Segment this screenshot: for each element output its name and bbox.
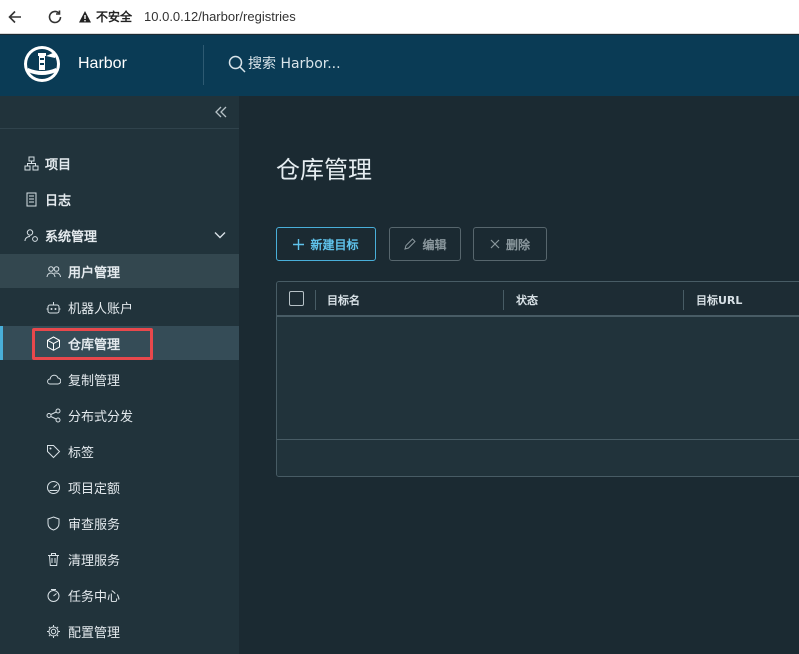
gear-icon [45, 623, 61, 639]
sidebar-item-logs[interactable]: 日志 [0, 182, 239, 216]
sidebar-item-label: 用户管理 [68, 265, 121, 281]
sidebar-item-robot-accounts[interactable]: 机器人账户 [0, 290, 239, 324]
sidebar-item-label: 配置管理 [68, 625, 121, 641]
double-chevron-left-icon[interactable] [213, 104, 229, 120]
sidebar-item-label: 清理服务 [68, 553, 121, 569]
column-header-status[interactable]: 状态 [516, 292, 538, 308]
close-icon [490, 239, 500, 249]
registries-table: 目标名 状态 目标URL [276, 281, 799, 477]
projects-icon [23, 155, 39, 171]
chevron-down-icon[interactable] [213, 228, 227, 242]
sidebar-item-label: 审查服务 [68, 517, 121, 533]
sidebar-item-users[interactable]: 用户管理 [0, 254, 239, 288]
header-divider [203, 45, 204, 85]
column-separator [503, 290, 504, 310]
delete-button[interactable]: 删除 [473, 227, 547, 261]
sidebar: 项目 日志 系统管理 用户管理 机器人账户 仓库管理 复制管理 分布式分发 标签… [0, 96, 239, 654]
column-separator [683, 290, 684, 310]
table-body [277, 319, 799, 439]
app-header: Harbor [0, 35, 799, 96]
sidebar-item-label: 机器人账户 [68, 301, 134, 317]
sidebar-item-label: 仓库管理 [68, 337, 121, 353]
delete-label: 删除 [505, 237, 530, 252]
app-title[interactable]: Harbor [78, 55, 127, 73]
reload-icon[interactable] [44, 6, 66, 28]
sidebar-item-distribution[interactable]: 分布式分发 [0, 398, 239, 432]
sidebar-item-label: 任务中心 [68, 589, 121, 605]
search-icon [228, 55, 246, 73]
quota-icon [45, 479, 61, 495]
sidebar-item-gc[interactable]: 清理服务 [0, 542, 239, 576]
sidebar-collapse-row [0, 96, 239, 129]
sidebar-item-label: 分布式分发 [68, 409, 134, 425]
sidebar-item-label: 日志 [45, 193, 72, 209]
trash-icon [45, 551, 61, 567]
sidebar-item-label: 系统管理 [45, 229, 98, 245]
edit-button[interactable]: 编辑 [389, 227, 461, 261]
users-icon [45, 263, 61, 279]
url-text[interactable]: 10.0.0.12/harbor/registries [144, 9, 296, 24]
table-header: 目标名 状态 目标URL [277, 282, 799, 317]
sidebar-item-registries[interactable]: 仓库管理 [0, 326, 239, 360]
distribution-icon [45, 407, 61, 423]
pencil-icon [403, 237, 417, 251]
sidebar-item-configuration[interactable]: 配置管理 [0, 614, 239, 648]
back-arrow-icon[interactable] [4, 6, 26, 28]
shield-icon [45, 515, 61, 531]
column-header-name[interactable]: 目标名 [327, 292, 360, 308]
main-content: 仓库管理 新建目标 编辑 删除 目标名 状态 目标URL [239, 96, 799, 654]
warning-icon [79, 10, 91, 22]
current-indicator [0, 326, 3, 360]
global-search[interactable] [228, 55, 448, 73]
registry-icon [45, 335, 61, 351]
job-center-icon [45, 587, 61, 603]
tag-icon [45, 443, 61, 459]
sidebar-item-projects[interactable]: 项目 [0, 146, 239, 180]
sidebar-item-quotas[interactable]: 项目定额 [0, 470, 239, 504]
sidebar-item-labels[interactable]: 标签 [0, 434, 239, 468]
sidebar-item-job-center[interactable]: 任务中心 [0, 578, 239, 612]
system-admin-icon [23, 227, 39, 243]
select-all-checkbox[interactable] [289, 291, 304, 306]
browser-toolbar: 不安全 10.0.0.12/harbor/registries [0, 0, 799, 34]
logs-icon [23, 191, 39, 207]
sidebar-item-system-admin[interactable]: 系统管理 [0, 218, 239, 252]
sidebar-item-label: 标签 [68, 445, 95, 461]
sidebar-item-label: 项目 [45, 157, 72, 173]
sidebar-item-interrogation[interactable]: 审查服务 [0, 506, 239, 540]
sidebar-item-replication[interactable]: 复制管理 [0, 362, 239, 396]
column-separator [315, 290, 316, 310]
harbor-logo-icon[interactable] [22, 44, 62, 84]
page-title: 仓库管理 [276, 156, 372, 184]
edit-label: 编辑 [422, 237, 447, 252]
column-header-url[interactable]: 目标URL [696, 292, 742, 308]
sidebar-item-label: 项目定额 [68, 481, 121, 497]
replication-icon [45, 371, 61, 387]
table-footer [277, 439, 799, 476]
security-label[interactable]: 不安全 [96, 8, 132, 25]
address-bar[interactable]: 不安全 10.0.0.12/harbor/registries [78, 4, 296, 30]
plus-icon [293, 238, 305, 250]
sidebar-item-label: 复制管理 [68, 373, 121, 389]
new-target-button[interactable]: 新建目标 [276, 227, 376, 261]
search-input[interactable] [248, 56, 448, 72]
robot-icon [45, 299, 61, 315]
new-target-label: 新建目标 [310, 237, 359, 252]
